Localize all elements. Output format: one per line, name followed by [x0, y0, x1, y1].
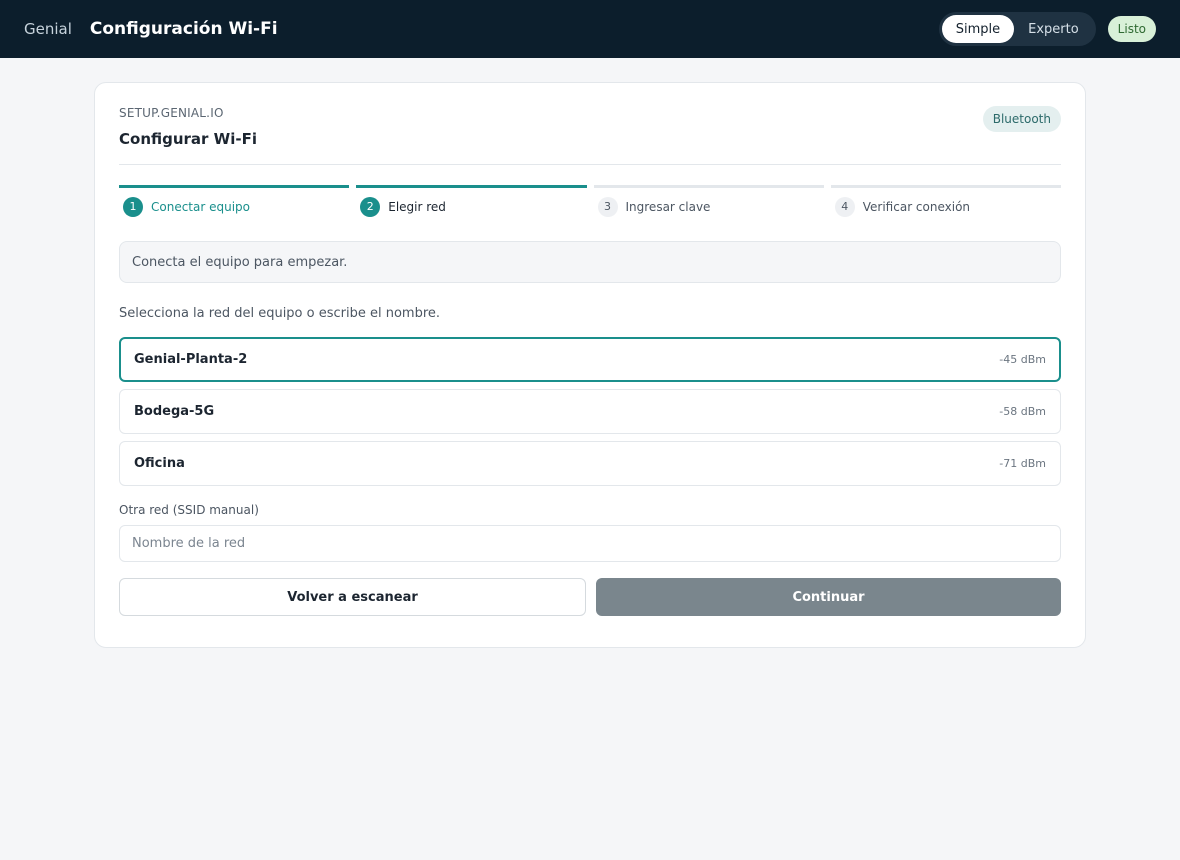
step-number: 4	[834, 196, 855, 217]
action-row: Volver a escanear Continuar	[119, 578, 1061, 616]
rescan-button[interactable]: Volver a escanear	[119, 578, 586, 616]
card-header: SETUP.GENIAL.IO Configurar Wi-Fi Bluetoo…	[119, 83, 1061, 165]
step-verify-connection: 4 Verificar conexión	[830, 185, 1061, 219]
mode-toggle: Simple Experto	[938, 12, 1096, 46]
brand-name: Genial	[24, 20, 72, 38]
bluetooth-badge: Bluetooth	[982, 106, 1061, 132]
network-signal: -71 dBm	[999, 457, 1046, 470]
step-connect-device: 1 Conectar equipo	[119, 185, 350, 219]
card-title: Configurar Wi-Fi	[119, 130, 257, 148]
page-title: Configuración Wi-Fi	[89, 19, 278, 39]
manual-ssid-input[interactable]	[119, 525, 1061, 562]
step-label: Verificar conexión	[862, 199, 971, 214]
status-badge: Listo	[1107, 16, 1156, 42]
network-option[interactable]: Oficina -71 dBm	[119, 441, 1061, 486]
stepper: 1 Conectar equipo 2 Elegir red 3 Ingresa…	[119, 185, 1061, 219]
network-option[interactable]: Genial-Planta-2 -45 dBm	[119, 337, 1061, 382]
mode-simple-button[interactable]: Simple	[941, 15, 1015, 43]
top-bar: Genial Configuración Wi-Fi Simple Expert…	[0, 0, 1180, 58]
notice-box: Conecta el equipo para empezar.	[119, 241, 1061, 283]
network-name: Bodega-5G	[134, 404, 215, 419]
network-name: Genial-Planta-2	[134, 352, 248, 367]
step-number: 3	[597, 196, 618, 217]
network-list: Genial-Planta-2 -45 dBm Bodega-5G -58 dB…	[119, 337, 1061, 486]
step-label: Elegir red	[388, 199, 446, 214]
step-enter-password: 3 Ingresar clave	[593, 185, 824, 219]
network-signal: -58 dBm	[999, 405, 1046, 418]
step-number: 2	[360, 196, 381, 217]
network-name: Oficina	[134, 456, 185, 471]
step-label: Conectar equipo	[151, 199, 251, 214]
network-option[interactable]: Bodega-5G -58 dBm	[119, 389, 1061, 434]
step-label: Ingresar clave	[625, 199, 711, 214]
setup-card: SETUP.GENIAL.IO Configurar Wi-Fi Bluetoo…	[94, 82, 1086, 648]
network-hint: Selecciona la red del equipo o escribe e…	[119, 306, 441, 321]
step-choose-network: 2 Elegir red	[356, 185, 587, 219]
continue-button[interactable]: Continuar	[596, 578, 1061, 616]
mode-expert-button[interactable]: Experto	[1014, 15, 1093, 43]
setup-domain: SETUP.GENIAL.IO	[119, 106, 224, 120]
manual-ssid-label: Otra red (SSID manual)	[119, 503, 259, 517]
step-number: 1	[123, 196, 143, 217]
network-signal: -45 dBm	[999, 353, 1046, 366]
